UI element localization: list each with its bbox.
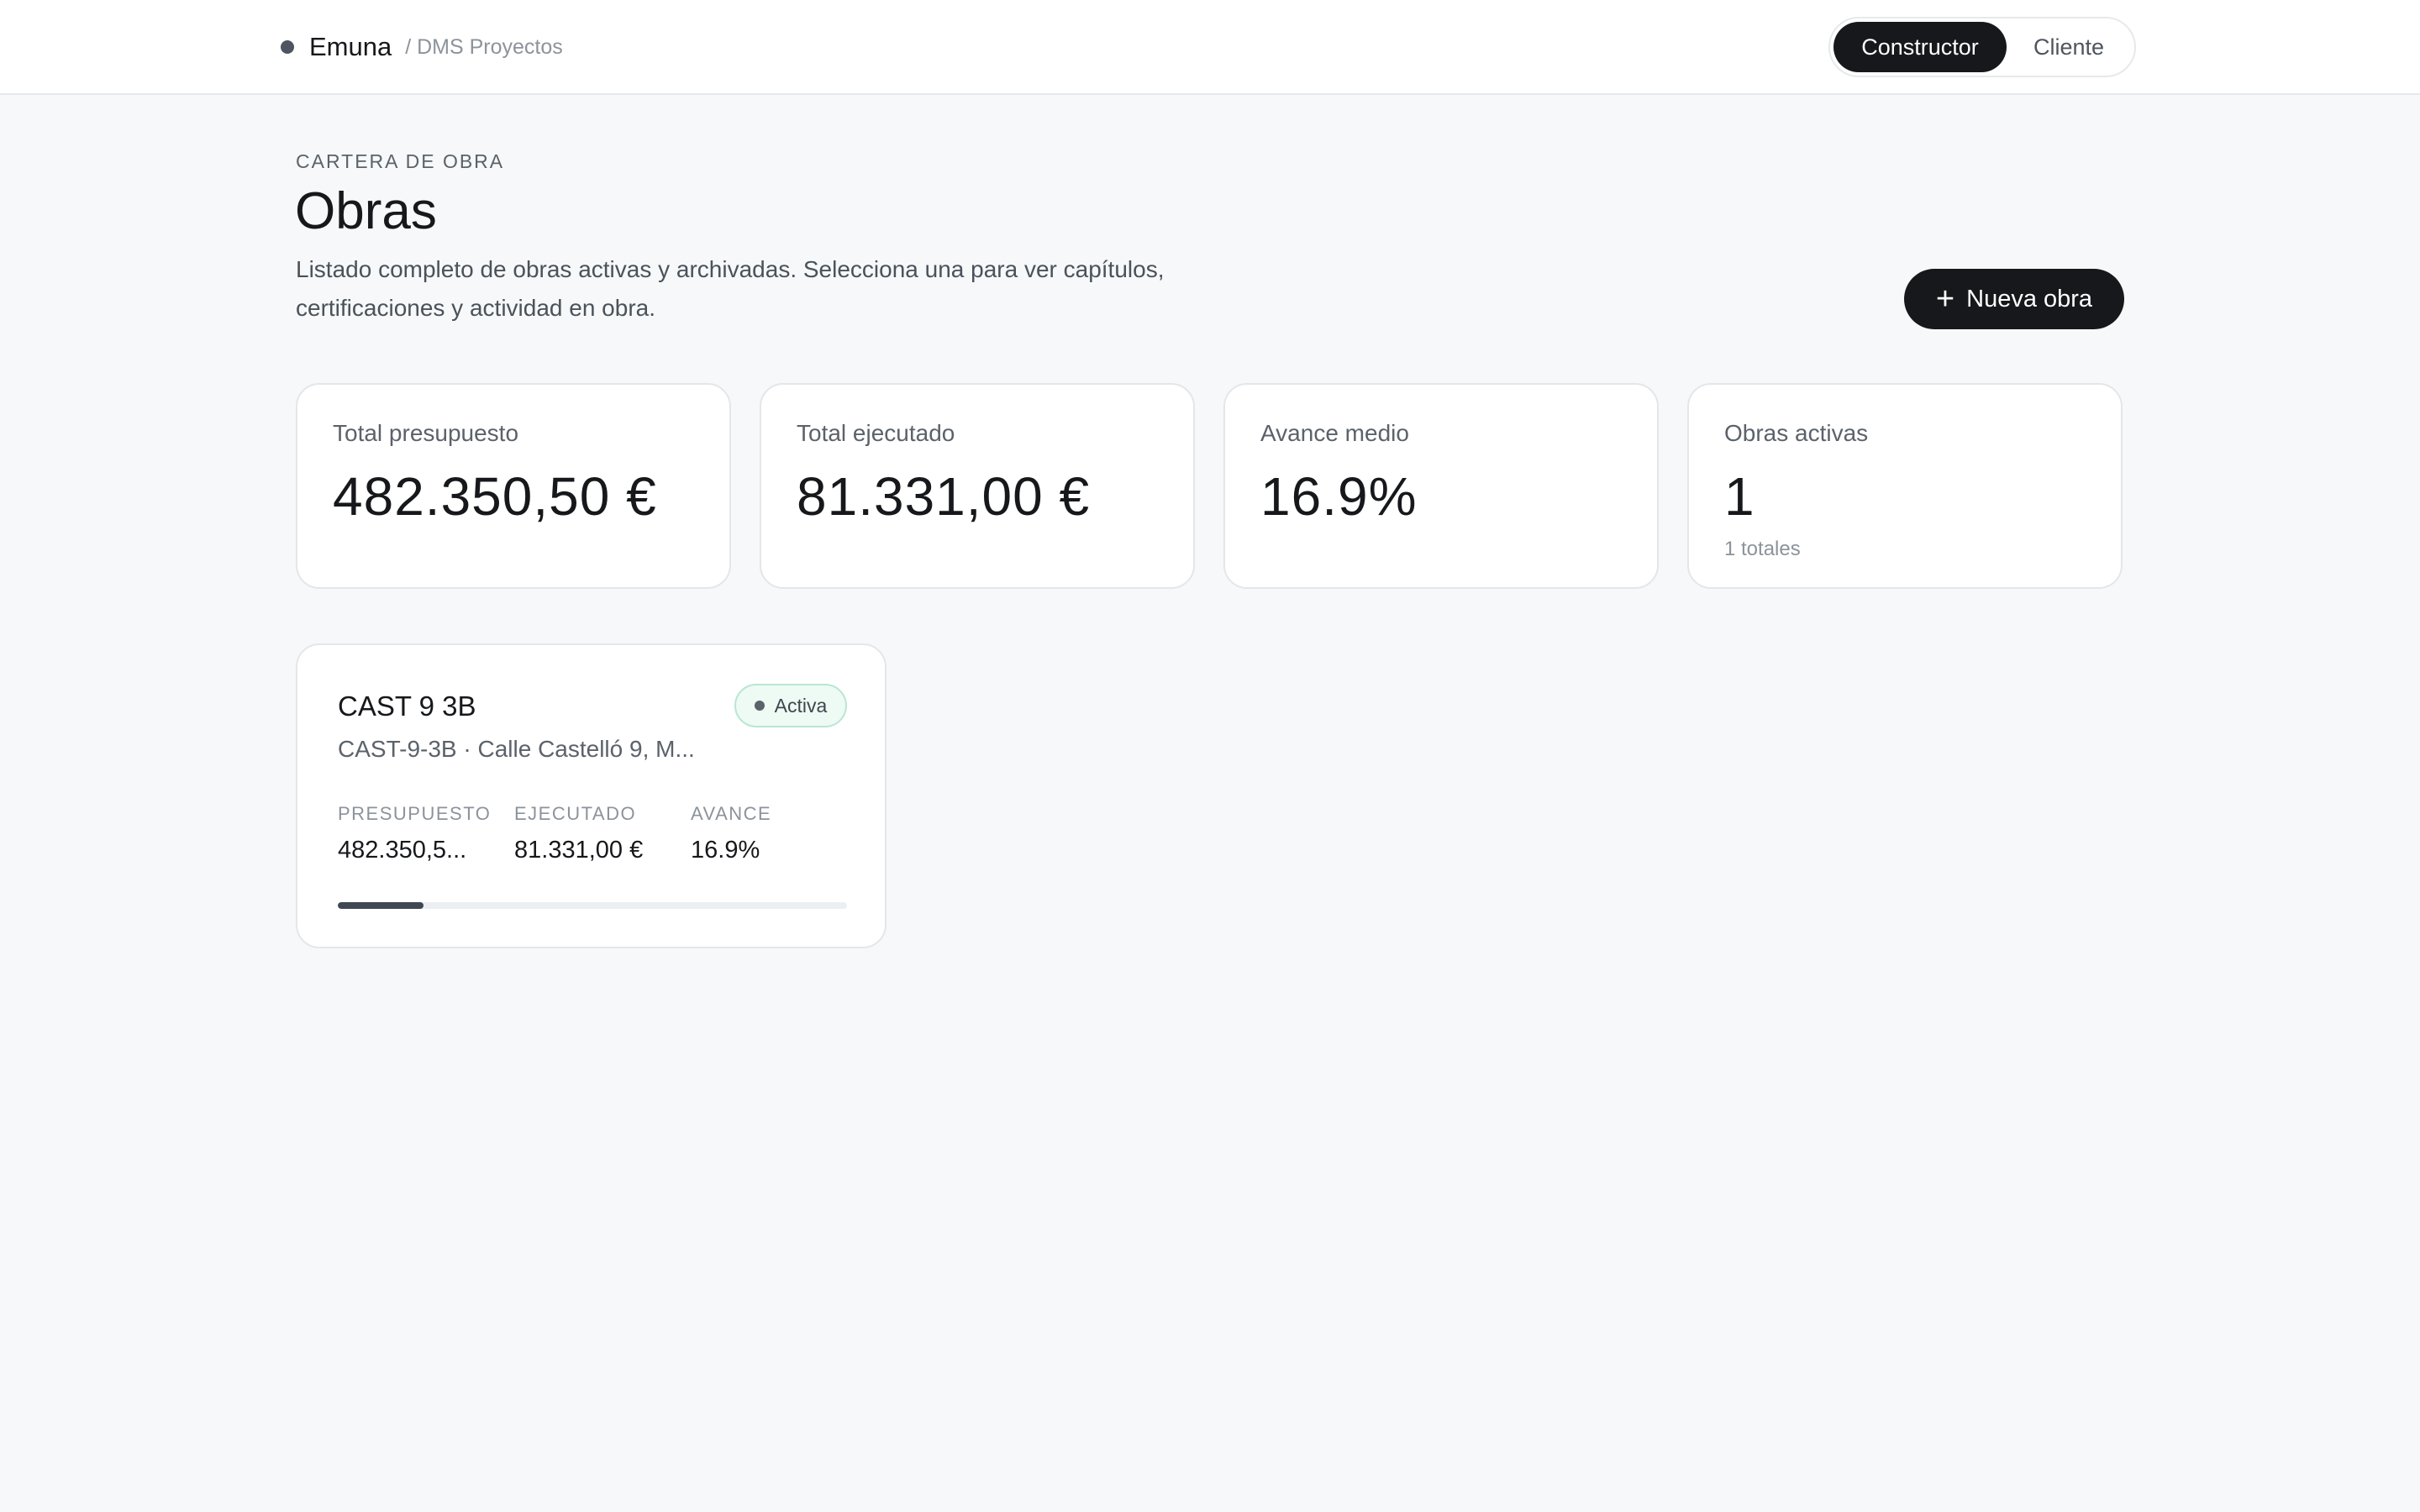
budget-label: PRESUPUESTO — [338, 803, 492, 824]
stat-card-total-budget: Total presupuesto 482.350,50 € — [296, 383, 731, 589]
brand-dot-icon — [281, 40, 294, 54]
project-name: CAST 9 3B — [338, 690, 476, 722]
stat-label: Total ejecutado — [797, 420, 955, 446]
brand[interactable]: Emuna / DMS Proyectos — [281, 30, 563, 64]
page-description: Listado completo de obras activas y arch… — [296, 256, 1165, 321]
progress-bar-fill — [338, 902, 424, 909]
stat-value: 16.9% — [1260, 466, 1418, 527]
project-subtitle: CAST-9-3B · Calle Castelló 9, M... — [338, 736, 695, 762]
progress-bar — [338, 902, 847, 909]
stat-subtext: 1 totales — [1724, 538, 1801, 560]
stat-card-average-progress: Avance medio 16.9% — [1223, 383, 1659, 589]
stat-card-total-executed: Total ejecutado 81.331,00 € — [760, 383, 1195, 589]
top-bar: Emuna / DMS Proyectos Constructor Client… — [0, 0, 2420, 95]
stat-value: 81.331,00 € — [797, 466, 1091, 527]
stat-value: 482.350,50 € — [333, 466, 657, 527]
status-badge: Activa — [734, 684, 847, 727]
new-project-button[interactable]: + Nueva obra — [1904, 269, 2124, 329]
plus-icon: + — [1935, 281, 1955, 317]
project-card[interactable]: CAST 9 3B Activa CAST-9-3B · Calle Caste… — [296, 643, 886, 948]
stat-label: Avance medio — [1260, 420, 1409, 446]
page-eyebrow: CARTERA DE OBRA — [296, 150, 505, 172]
stat-value: 1 — [1724, 466, 1755, 527]
app-section: / DMS Proyectos — [405, 34, 563, 59]
stat-label: Obras activas — [1724, 420, 1869, 446]
app-name: Emuna — [309, 32, 392, 61]
executed-label: EJECUTADO — [514, 803, 637, 824]
role-cliente-button[interactable]: Cliente — [2007, 22, 2131, 72]
role-toggle: Constructor Cliente — [1828, 17, 2136, 77]
stat-label: Total presupuesto — [333, 420, 519, 446]
page-title: Obras — [295, 182, 437, 240]
stats-row: Total presupuesto 482.350,50 € Total eje… — [296, 383, 2123, 589]
status-label: Activa — [774, 694, 828, 717]
executed-value: 81.331,00 € — [514, 837, 644, 864]
budget-value: 482.350,5... — [338, 837, 467, 864]
stat-card-active-projects: Obras activas 1 1 totales — [1687, 383, 2123, 589]
new-project-button-label: Nueva obra — [1966, 285, 2093, 312]
status-dot-icon — [754, 701, 765, 711]
role-constructor-button[interactable]: Constructor — [1833, 22, 2007, 72]
progress-value: 16.9% — [691, 837, 760, 864]
progress-label: AVANCE — [691, 803, 772, 824]
